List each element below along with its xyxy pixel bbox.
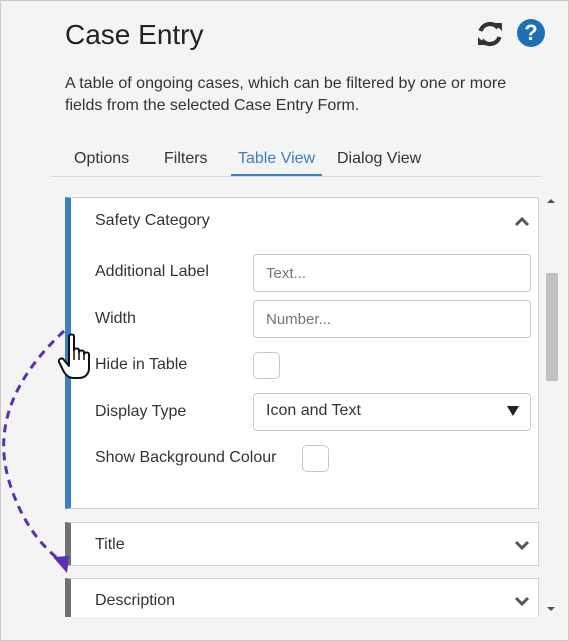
additional-label-input[interactable] xyxy=(253,254,531,292)
section-title-column[interactable]: Title xyxy=(65,522,539,566)
scroll-thumb[interactable] xyxy=(546,273,558,381)
section-title: Description xyxy=(95,592,176,609)
tab-options[interactable]: Options xyxy=(74,147,129,177)
scroll-down-icon[interactable] xyxy=(547,605,555,613)
widget-frame: Case Entry ? A table of ongoing cases, w… xyxy=(0,0,569,641)
width-input[interactable] xyxy=(253,300,531,338)
chevron-down-icon[interactable] xyxy=(514,593,530,609)
section-description-column[interactable]: Description xyxy=(65,578,539,617)
display-type-select[interactable]: Icon and Text xyxy=(253,393,531,431)
tab-table-view[interactable]: Table View xyxy=(231,147,322,177)
columns-panel: Safety Category Additional Label Width H… xyxy=(65,197,541,617)
scroll-up-icon[interactable] xyxy=(547,197,555,205)
page-title: Case Entry xyxy=(65,19,204,50)
panel-scrollbar[interactable] xyxy=(544,195,558,617)
show-background-checkbox[interactable] xyxy=(302,445,329,472)
tab-dialog-view[interactable]: Dialog View xyxy=(337,147,421,177)
help-icon[interactable]: ? xyxy=(517,19,545,47)
dropdown-arrow-icon xyxy=(507,406,519,416)
tab-bar: Options Filters Table View Dialog View xyxy=(51,147,541,177)
display-type-value: Icon and Text xyxy=(266,402,361,419)
tab-filters[interactable]: Filters xyxy=(164,147,208,177)
chevron-down-icon[interactable] xyxy=(514,537,530,553)
section-title: Title xyxy=(95,536,125,553)
section-title[interactable]: Safety Category xyxy=(95,212,210,230)
show-background-label: Show Background Colour xyxy=(95,449,277,466)
hide-in-table-label: Hide in Table xyxy=(95,356,188,373)
width-label: Width xyxy=(95,310,136,327)
display-type-label: Display Type xyxy=(95,403,187,420)
dashed-curved-arrow xyxy=(2,329,66,563)
refresh-icon[interactable] xyxy=(475,19,505,49)
section-safety-category: Safety Category Additional Label Width H… xyxy=(65,197,539,509)
widget-description: A table of ongoing cases, which can be f… xyxy=(65,75,507,114)
hide-in-table-checkbox[interactable] xyxy=(253,352,280,379)
additional-label-label: Additional Label xyxy=(95,263,209,280)
chevron-up-icon[interactable] xyxy=(514,214,530,230)
tab-divider xyxy=(51,176,541,177)
